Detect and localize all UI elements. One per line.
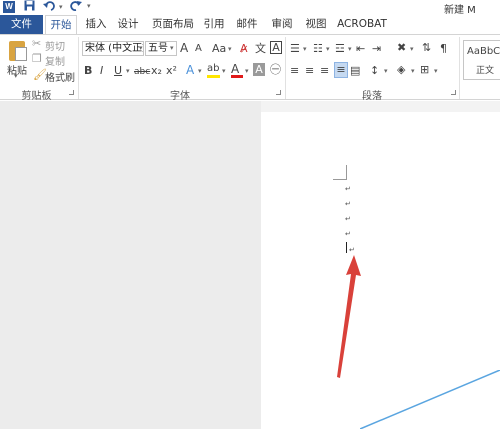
subscript-icon[interactable]: x₂ <box>151 64 162 78</box>
justify-icon[interactable]: ≡ <box>334 62 348 78</box>
line-spacing-icon[interactable]: ↕ <box>370 64 379 78</box>
paragraph-mark: ↵ <box>345 200 351 208</box>
ribbon-tabs: 文件 开始 插入 设计 页面布局 引用 邮件 审阅 视图 ACROBAT <box>0 15 500 35</box>
font-color-dropdown-icon[interactable]: ▾ <box>245 67 249 75</box>
document-title: 新建 M <box>444 5 476 16</box>
tab-page-layout[interactable]: 页面布局 <box>148 15 198 34</box>
page-top-margin <box>261 101 500 112</box>
group-divider <box>459 37 460 99</box>
tab-design[interactable]: 设计 <box>114 15 142 34</box>
undo-icon[interactable] <box>43 0 57 16</box>
paragraph-mark: ↵ <box>345 230 351 238</box>
shading-icon[interactable]: ◈ <box>397 63 405 77</box>
paragraph-mark: ↵ <box>345 215 351 223</box>
paragraph-group-label: 段落 <box>362 91 382 102</box>
paste-sheet-icon <box>15 47 27 61</box>
bullets-icon[interactable]: ☰ <box>290 42 300 56</box>
tab-home[interactable]: 开始 <box>45 15 77 35</box>
style-name: 正文 <box>476 66 495 76</box>
grow-font-icon[interactable]: A <box>180 41 188 55</box>
format-painter-button[interactable]: 格式刷 <box>45 69 75 84</box>
bullets-dropdown-icon[interactable]: ▾ <box>303 45 307 53</box>
align-center-icon[interactable]: ≡ <box>305 64 314 78</box>
increase-indent-icon[interactable]: ⇥ <box>372 42 381 56</box>
page-edge-line <box>360 370 500 429</box>
tab-view[interactable]: 视图 <box>302 15 330 34</box>
text-effects-icon[interactable]: A <box>186 63 194 77</box>
character-border-icon[interactable]: ㊀ <box>270 63 281 77</box>
margin-corner-mark <box>333 179 347 180</box>
align-right-icon[interactable]: ≡ <box>320 64 329 78</box>
sort-icon[interactable]: ⇅ <box>422 41 431 55</box>
paragraph-mark: ↵ <box>345 185 351 193</box>
copy-button[interactable]: 复制 <box>45 53 65 68</box>
style-preview: AaBbCc <box>467 46 500 57</box>
customize-quick-access-icon[interactable]: ▾ <box>87 2 91 10</box>
shading-dropdown-icon[interactable]: ▾ <box>411 67 415 75</box>
tab-insert[interactable]: 插入 <box>82 15 110 34</box>
change-case-icon[interactable]: Aa <box>212 42 226 56</box>
word-app-icon: W <box>3 1 15 13</box>
superscript-icon[interactable]: x² <box>166 64 177 78</box>
clipboard-group-label: 剪贴板 <box>21 91 52 102</box>
highlight-icon[interactable]: ab <box>207 62 219 76</box>
strikethrough-icon[interactable]: abc <box>134 65 150 79</box>
highlight-dropdown-icon[interactable]: ▾ <box>222 67 226 75</box>
borders-icon[interactable]: ⊞ <box>420 63 429 77</box>
copy-icon[interactable]: ❐ <box>32 52 42 66</box>
distributed-icon[interactable]: ▤ <box>350 64 360 78</box>
tab-acrobat[interactable]: ACROBAT <box>337 15 387 34</box>
tab-references[interactable]: 引用 <box>200 15 228 34</box>
phonetic-guide-icon[interactable]: 文 <box>255 42 266 56</box>
change-case-dropdown-icon[interactable]: ▾ <box>228 45 232 53</box>
numbering-dropdown-icon[interactable]: ▾ <box>326 45 330 53</box>
group-divider <box>285 37 286 99</box>
annotation-arrow <box>337 255 361 378</box>
underline-dropdown-icon[interactable]: ▾ <box>126 67 130 75</box>
enclose-characters-icon[interactable]: A <box>270 41 282 54</box>
italic-icon[interactable]: I <box>100 64 103 78</box>
font-name-dropdown-icon[interactable]: ▾ <box>139 44 143 52</box>
character-shading-icon[interactable]: A <box>253 63 265 76</box>
highlight-color-bar <box>207 75 220 78</box>
undo-dropdown-icon[interactable]: ▾ <box>59 3 63 11</box>
numbering-icon[interactable]: ☷ <box>313 42 323 56</box>
borders-dropdown-icon[interactable]: ▾ <box>434 67 438 75</box>
paragraph-launcher-icon[interactable] <box>451 90 456 95</box>
bold-icon[interactable]: B <box>84 64 92 78</box>
font-size-dropdown-icon[interactable]: ▾ <box>170 44 174 52</box>
cut-icon[interactable]: ✂ <box>32 37 41 51</box>
paragraph-mark: ↵ <box>349 246 355 254</box>
multilevel-list-dropdown-icon[interactable]: ▾ <box>348 45 352 53</box>
margin-corner-mark <box>346 165 347 180</box>
chinese-layout-dropdown-icon[interactable]: ▾ <box>410 45 414 53</box>
group-divider <box>78 37 79 99</box>
cut-button[interactable]: 剪切 <box>45 38 65 53</box>
align-left-icon[interactable]: ≡ <box>290 64 299 78</box>
text-cursor <box>346 242 347 253</box>
title-bar: W ▾ ▾ 新建 M <box>0 0 500 16</box>
font-name-select[interactable]: 宋体 (中文正文 <box>82 41 144 56</box>
save-icon[interactable] <box>24 0 35 15</box>
decrease-indent-icon[interactable]: ⇤ <box>356 42 365 56</box>
text-effects-dropdown-icon[interactable]: ▾ <box>198 67 202 75</box>
tab-file[interactable]: 文件 <box>0 15 43 34</box>
font-color-bar <box>231 75 243 78</box>
clipboard-launcher-icon[interactable] <box>69 90 74 95</box>
tab-review[interactable]: 审阅 <box>268 15 296 34</box>
paste-dropdown-icon[interactable]: ▾ <box>14 72 18 80</box>
font-color-icon[interactable]: A <box>231 62 239 76</box>
chinese-layout-icon[interactable]: ✖ <box>397 41 406 55</box>
tab-mailings[interactable]: 邮件 <box>233 15 261 34</box>
clear-formatting-icon[interactable]: A̷ <box>240 42 248 56</box>
shrink-font-icon[interactable]: A <box>195 42 202 56</box>
underline-icon[interactable]: U <box>114 64 122 78</box>
multilevel-list-icon[interactable]: ☲ <box>335 42 345 56</box>
line-spacing-dropdown-icon[interactable]: ▾ <box>384 67 388 75</box>
font-group-label: 字体 <box>170 91 190 102</box>
show-hide-marks-icon[interactable]: ¶ <box>440 42 447 56</box>
redo-icon[interactable] <box>70 0 82 16</box>
font-launcher-icon[interactable] <box>276 90 281 95</box>
